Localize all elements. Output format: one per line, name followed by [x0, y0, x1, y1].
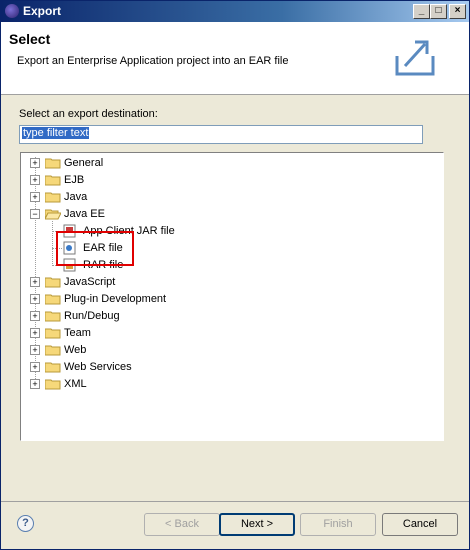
- export-icon: [395, 40, 435, 76]
- tree-item-label: Run/Debug: [64, 310, 120, 322]
- tree-item-label: Java EE: [64, 208, 105, 220]
- folder-icon: [45, 345, 61, 356]
- tree-item-java[interactable]: + Java: [21, 189, 441, 206]
- maximize-button[interactable]: □: [430, 4, 447, 19]
- back-button[interactable]: < Back: [144, 513, 220, 536]
- tree-item-label: Team: [64, 327, 91, 339]
- tree-item-xml[interactable]: + XML: [21, 376, 441, 393]
- folder-icon: [45, 379, 61, 390]
- expand-icon[interactable]: +: [30, 175, 40, 185]
- expand-icon[interactable]: +: [30, 362, 40, 372]
- export-dialog: Export _ □ × Select Export an Enterprise…: [0, 0, 470, 550]
- help-icon[interactable]: ?: [17, 515, 34, 532]
- tree-item-label: XML: [64, 378, 87, 390]
- tree-item-label: Web Services: [64, 361, 132, 373]
- tree-item-label: Java: [64, 191, 88, 203]
- expand-icon[interactable]: +: [30, 311, 40, 321]
- expand-icon[interactable]: +: [30, 379, 40, 389]
- close-button[interactable]: ×: [449, 4, 466, 19]
- open-folder-icon: [45, 209, 61, 220]
- folder-icon: [45, 311, 61, 322]
- title-bar[interactable]: Export _ □ ×: [1, 1, 469, 22]
- tree-item-java-ee[interactable]: − Java EE: [21, 206, 441, 223]
- expand-icon[interactable]: +: [30, 192, 40, 202]
- footer-divider: [1, 501, 469, 502]
- folder-icon: [45, 294, 61, 305]
- eclipse-icon: [5, 4, 19, 18]
- expand-icon[interactable]: +: [30, 158, 40, 168]
- highlight-box: [56, 231, 134, 266]
- tree-item-label: Plug-in Development: [64, 293, 167, 305]
- wizard-header: Select Export an Enterprise Application …: [1, 22, 469, 95]
- tree-item-label: JavaScript: [64, 276, 116, 288]
- tree-item-ejb[interactable]: + EJB: [21, 172, 441, 189]
- tree-item-label: General: [64, 157, 104, 169]
- folder-icon: [45, 192, 61, 203]
- tree-item-web[interactable]: + Web: [21, 342, 441, 359]
- expand-icon[interactable]: +: [30, 345, 40, 355]
- expand-icon[interactable]: +: [30, 328, 40, 338]
- page-description: Export an Enterprise Application project…: [17, 55, 289, 67]
- tree-item-plugin-development[interactable]: + Plug-in Development: [21, 291, 441, 308]
- folder-icon: [45, 362, 61, 373]
- folder-icon: [45, 158, 61, 169]
- finish-button[interactable]: Finish: [300, 513, 376, 536]
- expand-icon[interactable]: +: [30, 277, 40, 287]
- tree-item-team[interactable]: + Team: [21, 325, 441, 342]
- tree-item-label: Web: [64, 344, 87, 356]
- window-title: Export: [23, 4, 62, 18]
- tree-item-web-services[interactable]: + Web Services: [21, 359, 441, 376]
- folder-icon: [45, 328, 61, 339]
- tree-item-run-debug[interactable]: + Run/Debug: [21, 308, 441, 325]
- tree-item-javascript[interactable]: + JavaScript: [21, 274, 441, 291]
- collapse-icon[interactable]: −: [30, 209, 40, 219]
- destination-label: Select an export destination:: [19, 108, 158, 120]
- next-button[interactable]: Next >: [219, 513, 295, 536]
- folder-icon: [45, 277, 61, 288]
- filter-text: type filter text: [22, 127, 90, 139]
- cancel-button[interactable]: Cancel: [382, 513, 458, 536]
- minimize-button[interactable]: _: [413, 4, 430, 19]
- filter-input[interactable]: type filter text: [19, 125, 423, 144]
- expand-icon[interactable]: +: [30, 294, 40, 304]
- page-title: Select: [9, 31, 51, 47]
- tree-item-label: EJB: [64, 174, 85, 186]
- destination-tree[interactable]: + General + EJB + Java − Java EE App Cli…: [20, 152, 444, 441]
- tree-item-general[interactable]: + General: [21, 155, 441, 172]
- folder-icon: [45, 175, 61, 186]
